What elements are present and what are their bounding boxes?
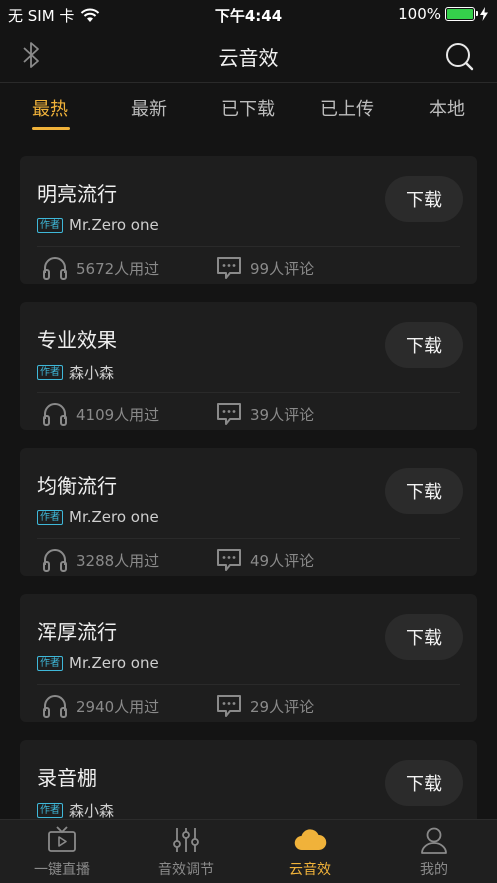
author-row: 作者 Mr.Zero one [37, 508, 159, 526]
comment-count: 99人评论 [250, 259, 315, 278]
page-title: 云音效 [218, 46, 279, 70]
list-item[interactable]: 均衡流行 作者 Mr.Zero one 下载 3288人用过 49人评论 [20, 448, 477, 576]
download-button[interactable]: 下载 [385, 176, 463, 222]
usage-count: 5672人用过 [76, 259, 160, 278]
author-row: 作者 Mr.Zero one [37, 216, 159, 234]
comment-icon [217, 695, 241, 717]
headphones-icon [43, 695, 67, 718]
divider [37, 246, 460, 247]
nav-bar: 云音效 [0, 28, 497, 83]
headphones-icon [43, 549, 67, 572]
tab-hot[interactable]: 最热 [32, 95, 68, 121]
comment-icon [217, 403, 241, 425]
battery-percent: 100% [398, 5, 441, 23]
tab-mine-label: 我的 [420, 862, 448, 878]
effect-title: 录音棚 [37, 766, 97, 790]
charging-icon [480, 7, 488, 21]
comment-stat[interactable]: 39人评论 [216, 402, 314, 426]
effect-title: 专业效果 [37, 328, 117, 352]
headphones-icon [43, 403, 67, 426]
tab-newest[interactable]: 最新 [131, 95, 167, 121]
divider [37, 538, 460, 539]
battery-icon [445, 7, 478, 21]
effect-title: 均衡流行 [37, 474, 117, 498]
usage-stat: 5672人用过 [42, 256, 159, 280]
author-row: 作者 森小森 [37, 800, 114, 821]
download-button[interactable]: 下载 [385, 614, 463, 660]
tab-cloud-effects-label: 云音效 [289, 862, 331, 878]
tv-play-icon [48, 826, 76, 852]
author-name[interactable]: 森小森 [69, 362, 114, 383]
comment-count: 49人评论 [250, 551, 315, 570]
category-tabs: 最热 最新 已下载 已上传 本地 [0, 84, 497, 136]
author-badge: 作者 [37, 509, 63, 525]
comment-count: 29人评论 [250, 697, 315, 716]
list-item[interactable]: 浑厚流行 作者 Mr.Zero one 下载 2940人用过 29人评论 [20, 594, 477, 722]
usage-stat: 3288人用过 [42, 548, 159, 572]
author-badge: 作者 [37, 217, 63, 233]
tab-live[interactable]: 一键直播 [0, 820, 124, 883]
comment-icon [217, 549, 241, 571]
effect-title: 明亮流行 [37, 182, 117, 206]
user-icon [421, 827, 447, 854]
comment-stat[interactable]: 49人评论 [216, 548, 314, 572]
download-button[interactable]: 下载 [385, 468, 463, 514]
search-icon[interactable] [443, 40, 475, 72]
tab-sound-tuning-label: 音效调节 [158, 862, 214, 878]
active-tab-indicator [32, 127, 70, 130]
tab-sound-tuning[interactable]: 音效调节 [124, 820, 248, 883]
bottom-tab-bar: 一键直播 音效调节 云音效 我的 [0, 819, 497, 883]
download-button[interactable]: 下载 [385, 760, 463, 806]
author-row: 作者 森小森 [37, 362, 114, 383]
author-name[interactable]: Mr.Zero one [69, 654, 159, 672]
tab-local[interactable]: 本地 [429, 95, 465, 121]
battery-group: 100% [398, 5, 489, 23]
author-badge: 作者 [37, 803, 63, 818]
usage-count: 3288人用过 [76, 551, 160, 570]
author-badge: 作者 [37, 655, 63, 671]
status-bar: 无 SIM 卡 下午4:44 100% [0, 0, 497, 28]
comment-stat[interactable]: 99人评论 [216, 256, 314, 280]
download-button[interactable]: 下载 [385, 322, 463, 368]
effect-title: 浑厚流行 [37, 620, 117, 644]
equalizer-icon [173, 828, 199, 852]
tab-cloud-effects[interactable]: 云音效 [248, 820, 372, 883]
author-name[interactable]: Mr.Zero one [69, 216, 159, 234]
comment-icon [217, 257, 241, 279]
headphones-icon [43, 257, 67, 280]
usage-stat: 2940人用过 [42, 694, 159, 718]
author-name[interactable]: Mr.Zero one [69, 508, 159, 526]
author-name[interactable]: 森小森 [69, 800, 114, 821]
usage-count: 2940人用过 [76, 697, 160, 716]
list-item[interactable]: 明亮流行 作者 Mr.Zero one 下载 5672人用过 99人评论 [20, 156, 477, 284]
comment-stat[interactable]: 29人评论 [216, 694, 314, 718]
divider [37, 684, 460, 685]
tab-downloaded[interactable]: 已下载 [221, 95, 275, 121]
tab-live-label: 一键直播 [34, 862, 90, 878]
divider [37, 392, 460, 393]
cloud-icon [294, 829, 327, 851]
comment-count: 39人评论 [250, 405, 315, 424]
list-item[interactable]: 专业效果 作者 森小森 下载 4109人用过 39人评论 [20, 302, 477, 430]
usage-stat: 4109人用过 [42, 402, 159, 426]
tab-uploaded[interactable]: 已上传 [320, 95, 374, 121]
author-badge: 作者 [37, 365, 63, 380]
usage-count: 4109人用过 [76, 405, 160, 424]
tab-mine[interactable]: 我的 [372, 820, 496, 883]
author-row: 作者 Mr.Zero one [37, 654, 159, 672]
